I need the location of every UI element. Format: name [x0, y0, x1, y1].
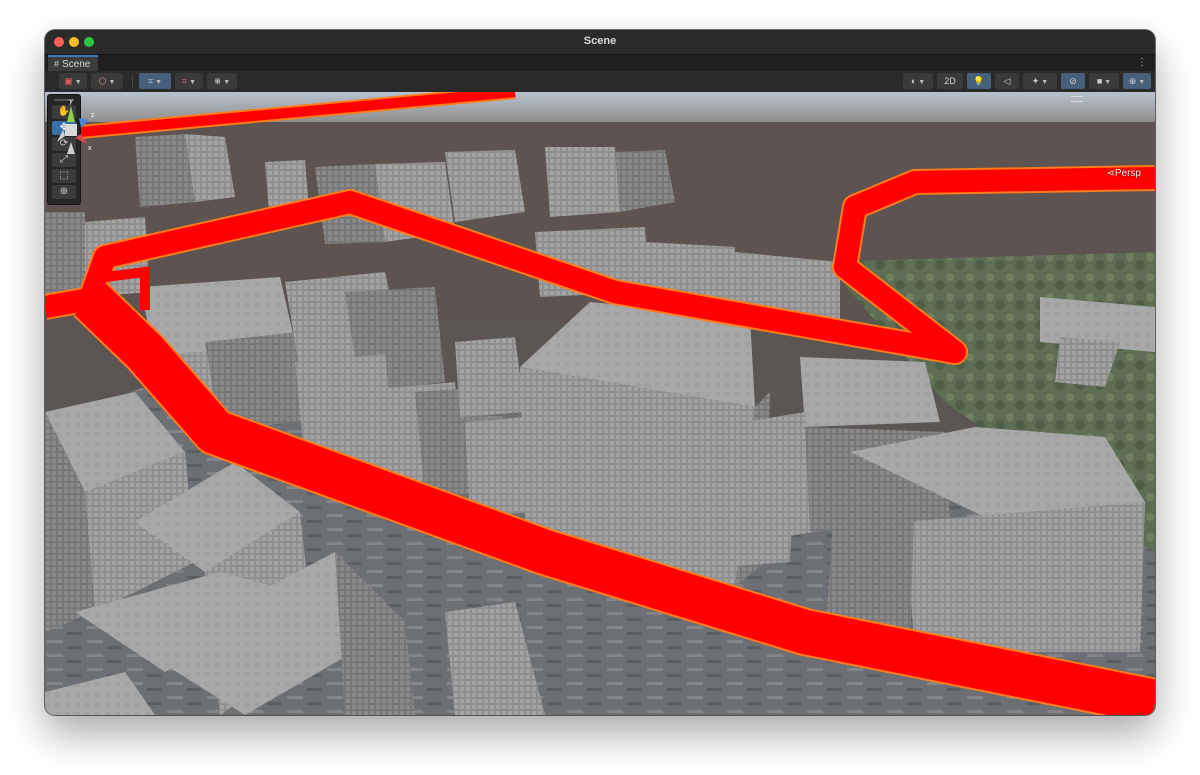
tab-scene[interactable]: # Scene: [48, 55, 99, 71]
gizmo-y-label: y: [69, 98, 73, 105]
z-axis-cone-icon[interactable]: [79, 118, 89, 128]
render-mode-button[interactable]: ⬡ ▼: [91, 73, 123, 89]
grid-snap-icon: ⌗: [147, 76, 154, 86]
bulb-icon: 💡: [973, 76, 985, 86]
persp-arrow-icon: ⋖: [1106, 168, 1115, 179]
tab-bar: # Scene ⋮: [45, 55, 1155, 71]
ruler-icon: ⧻: [213, 76, 222, 86]
audio-icon: ◁: [1003, 76, 1011, 86]
title-bar: Scene: [45, 30, 1155, 55]
neg-x-cone-icon[interactable]: [57, 130, 65, 142]
effects-icon: ✦: [1031, 76, 1040, 86]
scene-render: [45, 92, 1155, 715]
snap-increment-icon: ⌗: [181, 76, 188, 86]
audio-toggle[interactable]: ◁: [995, 73, 1019, 89]
cube-icon: ⬡: [98, 76, 107, 86]
projection-text: Persp: [1114, 168, 1141, 179]
rect-tool-icon[interactable]: ⬚: [52, 169, 76, 183]
lighting-toggle[interactable]: 💡: [967, 73, 991, 89]
orientation-gizmo[interactable]: y z x: [45, 92, 97, 162]
2d-toggle[interactable]: 2D: [937, 73, 963, 89]
unity-scene-window: Scene # Scene ⋮ ▣ ▼ ⬡ ▼ ⌗ ▼ ⌗ ▼ ⧻ ▼ ◐ ▼ 2D 💡 ◁ …: [45, 30, 1155, 715]
camera-button[interactable]: ■ ▼: [1089, 73, 1119, 89]
scene-toolbar: ▣ ▼ ⬡ ▼ ⌗ ▼ ⌗ ▼ ⧻ ▼ ◐ ▼ 2D 💡 ◁ ✦ ▼ ⊘ ■ ▼ ⊕ ▼: [45, 71, 1155, 93]
toolbar-separator: [132, 75, 133, 88]
eye-off-icon: ⊘: [1069, 76, 1077, 86]
window-title: Scene: [583, 35, 617, 47]
overlay-menu-icon[interactable]: [1071, 96, 1083, 102]
gizmo-icon: ⊕: [1128, 76, 1137, 86]
scene-grid-icon: #: [54, 59, 60, 69]
effects-button[interactable]: ✦ ▼: [1023, 73, 1057, 89]
neg-y-cone-icon[interactable]: [67, 142, 75, 154]
shaded-icon: ▣: [64, 76, 73, 86]
projection-label[interactable]: ⋖Persp: [1106, 168, 1141, 179]
scene-viewport[interactable]: ✋ ✥ ⟳ ⤢ ⬚ ⊕ y z x ⋖Persp: [45, 92, 1155, 715]
gizmo-x-label: x: [88, 145, 92, 152]
kebab-menu-icon[interactable]: ⋮: [1137, 57, 1147, 68]
gizmo-z-label: z: [91, 112, 95, 119]
tab-scene-label: Scene: [62, 59, 91, 70]
ruler-button[interactable]: ⧻ ▼: [207, 73, 237, 89]
camera-icon: ■: [1096, 76, 1103, 86]
shading-button[interactable]: ◐ ▼: [903, 73, 933, 89]
gizmos-button[interactable]: ⊕ ▼: [1123, 73, 1151, 89]
draw-mode-button[interactable]: ▣ ▼: [59, 73, 87, 89]
y-axis-cone-icon[interactable]: [67, 106, 75, 122]
gizmo-center-cube-icon[interactable]: [65, 124, 77, 136]
grid-snap-button[interactable]: ⌗ ▼: [139, 73, 171, 89]
increment-snap-button[interactable]: ⌗ ▼: [175, 73, 203, 89]
transform-tool-icon[interactable]: ⊕: [52, 185, 76, 199]
sphere-icon: ◐: [910, 76, 917, 86]
visibility-toggle[interactable]: ⊘: [1061, 73, 1085, 89]
